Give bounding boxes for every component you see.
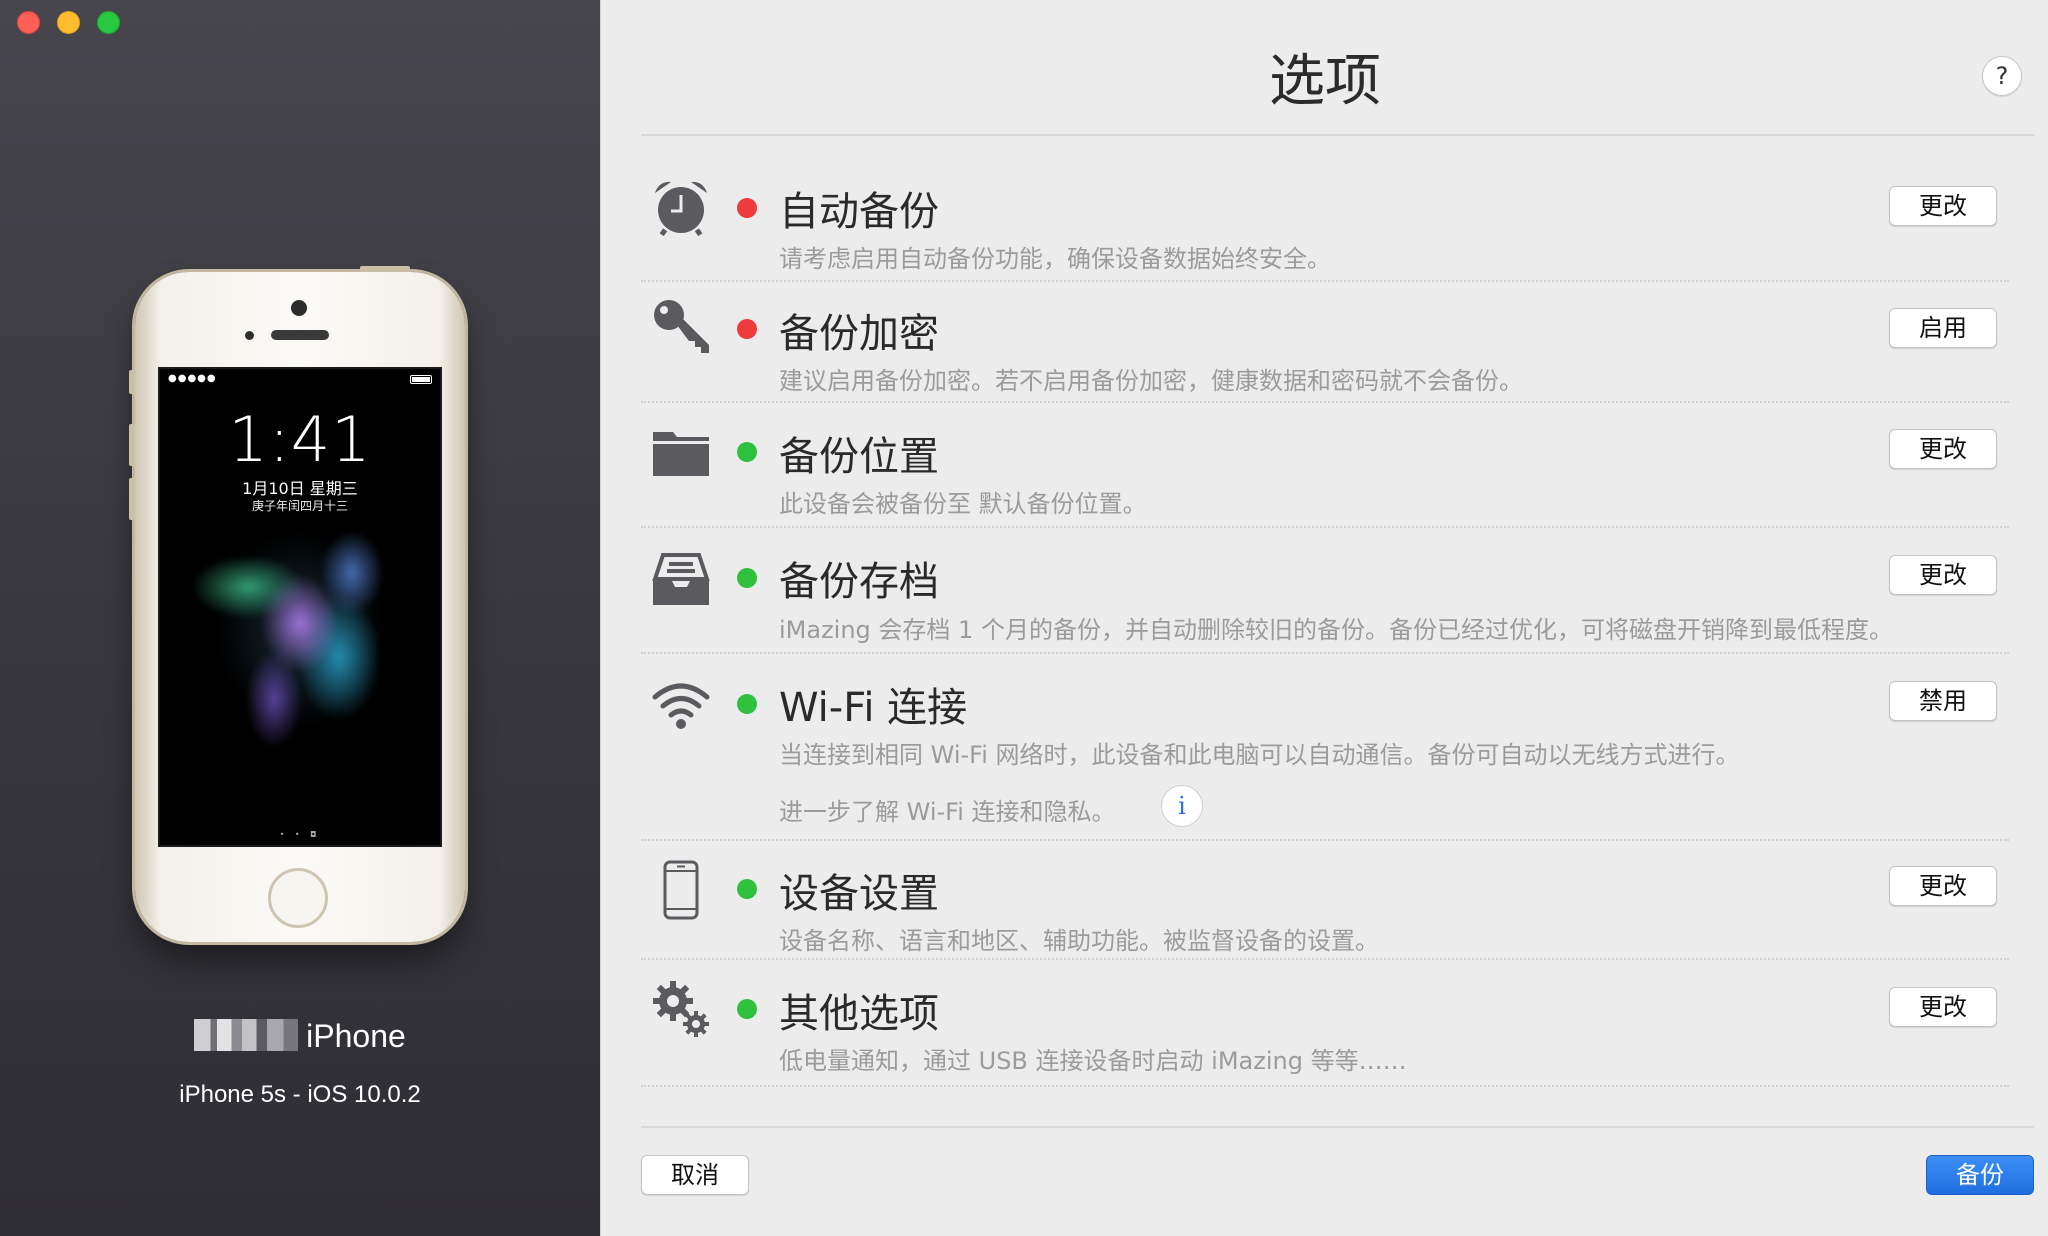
option-device-settings: 设备设置 设备名称、语言和地区、辅助功能。被监督设备的设置。 更改	[641, 842, 2009, 960]
enable-encryption-button[interactable]: 启用	[1889, 308, 1997, 348]
disable-wifi-button[interactable]: 禁用	[1889, 681, 1997, 721]
wifi-icon	[651, 675, 711, 735]
option-wifi-connection: Wi-Fi 连接 当连接到相同 Wi-Fi 网络时，此设备和此电脑可以自动通信。…	[641, 655, 2009, 841]
folder-icon	[651, 422, 711, 482]
change-device-settings-button[interactable]: 更改	[1889, 866, 1997, 906]
help-button[interactable]: ?	[1982, 56, 2022, 96]
change-other-options-button[interactable]: 更改	[1889, 987, 1997, 1027]
home-button	[268, 868, 328, 928]
change-backup-location-button[interactable]: 更改	[1889, 429, 1997, 469]
status-dot	[737, 198, 757, 218]
maximize-window-button[interactable]	[97, 11, 120, 34]
option-title: Wi-Fi 连接	[779, 685, 968, 731]
options-panel: 选项 ? 自动备份 请考虑启用自动备份功能，确保设备数据始终安全。 更改 备份加…	[600, 0, 2048, 1236]
change-auto-backup-button[interactable]: 更改	[1889, 186, 1997, 226]
wallpaper	[170, 489, 430, 769]
option-other-options: 其他选项 低电量通知，通过 USB 连接设备时启动 iMazing 等等…… 更…	[641, 961, 2009, 1087]
status-dot	[737, 999, 757, 1019]
wifi-privacy-link[interactable]: 进一步了解 Wi-Fi 连接和隐私。	[779, 792, 1116, 827]
status-dot	[737, 879, 757, 899]
option-description: 设备名称、语言和地区、辅助功能。被监督设备的设置。	[779, 927, 1379, 955]
front-camera	[291, 300, 307, 316]
sleep-key	[360, 266, 410, 272]
window-controls	[17, 11, 120, 34]
change-backup-archive-button[interactable]: 更改	[1889, 555, 1997, 595]
device-model: iPhone 5s - iOS 10.0.2	[179, 1081, 421, 1108]
battery-icon	[410, 375, 432, 384]
device-name-suffix: iPhone	[306, 1018, 406, 1054]
redacted-name	[194, 1019, 299, 1051]
status-dot	[737, 319, 757, 339]
option-title: 设备设置	[779, 871, 939, 917]
volume-up-key	[129, 424, 135, 466]
archive-tray-icon	[651, 549, 711, 609]
volume-down-key	[129, 478, 135, 520]
earpiece-speaker	[271, 330, 329, 340]
page-title: 选项	[1269, 49, 1381, 114]
mute-switch	[129, 370, 135, 394]
status-dot	[737, 442, 757, 462]
status-dot	[737, 568, 757, 588]
footer-divider	[641, 1126, 2034, 1128]
lockscreen-date: 1月10日 星期三	[242, 479, 358, 498]
option-description: 建议启用备份加密。若不启用备份加密，健康数据和密码就不会备份。	[779, 367, 1523, 395]
signal-indicator: ●●●●●	[168, 373, 217, 384]
close-window-button[interactable]	[17, 11, 40, 34]
option-backup-encryption: 备份加密 建议启用备份加密。若不启用备份加密，健康数据和密码就不会备份。 启用	[641, 283, 2009, 403]
option-description: 当连接到相同 Wi-Fi 网络时，此设备和此电脑可以自动通信。备份可自动以无线方…	[779, 741, 1740, 769]
minimize-window-button[interactable]	[57, 11, 80, 34]
device-panel: ●●●●● 1:41 1月10日 星期三 庚子年闰四月十三 • • ◘ iPho…	[0, 0, 600, 1236]
lock-screen: ●●●●● 1:41 1月10日 星期三 庚子年闰四月十三 • • ◘	[158, 367, 442, 847]
backup-button[interactable]: 备份	[1926, 1155, 2034, 1195]
lockscreen-time: 1:41	[228, 403, 372, 476]
device-name: iPhone	[0, 1018, 600, 1055]
option-description: iMazing 会存档 1 个月的备份，并自动删除较旧的备份。备份已经过优化，可…	[779, 616, 1893, 644]
option-title: 备份位置	[779, 434, 939, 480]
page-indicator: • • ◘	[279, 830, 321, 839]
key-icon	[651, 297, 711, 357]
status-dot	[737, 694, 757, 714]
option-auto-backup: 自动备份 请考虑启用自动备份功能，确保设备数据始终安全。 更改	[641, 165, 2009, 282]
option-backup-archive: 备份存档 iMazing 会存档 1 个月的备份，并自动删除较旧的备份。备份已经…	[641, 529, 2009, 654]
gears-icon	[651, 979, 711, 1039]
option-title: 自动备份	[779, 189, 939, 235]
option-description: 低电量通知，通过 USB 连接设备时启动 iMazing 等等……	[779, 1047, 1407, 1075]
proximity-sensor	[245, 331, 254, 340]
lockscreen-lunar-date: 庚子年闰四月十三	[251, 499, 348, 513]
title-divider	[641, 134, 2034, 136]
alarm-clock-icon	[651, 177, 711, 237]
info-button[interactable]: i	[1161, 785, 1203, 827]
option-title: 备份加密	[779, 311, 939, 357]
device-image: ●●●●● 1:41 1月10日 星期三 庚子年闰四月十三 • • ◘	[129, 266, 465, 942]
option-description: 请考虑启用自动备份功能，确保设备数据始终安全。	[779, 245, 1331, 273]
option-backup-location: 备份位置 此设备会被备份至 默认备份位置。 更改	[641, 404, 2009, 528]
phone-outline-icon	[651, 860, 711, 920]
option-title: 其他选项	[779, 991, 939, 1037]
option-description: 此设备会被备份至 默认备份位置。	[779, 490, 1147, 518]
cancel-button[interactable]: 取消	[641, 1155, 749, 1195]
option-title: 备份存档	[779, 559, 939, 605]
